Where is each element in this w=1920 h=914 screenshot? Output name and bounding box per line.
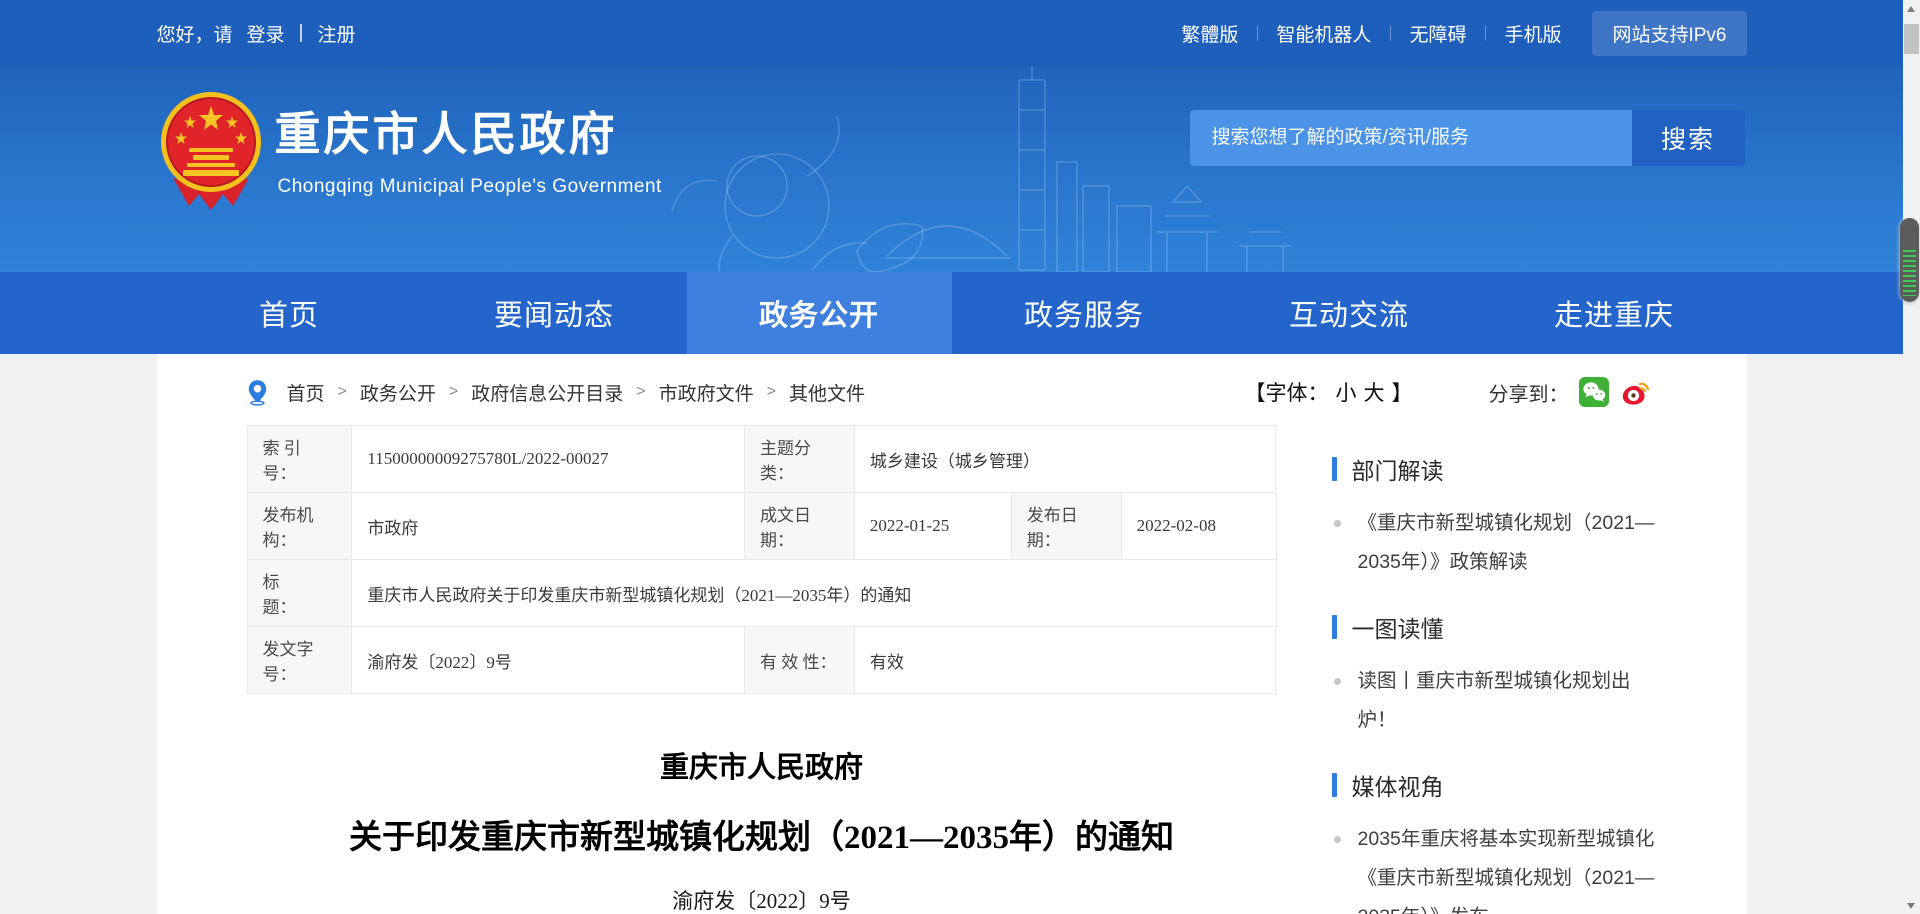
register-link[interactable]: 注册 [317,20,355,47]
meta-index-label: 索 引 号： [248,426,353,493]
section-title-text: 一图读懂 [1352,610,1444,644]
breadcrumb-row: 首页 > 政务公开 > 政府信息公开目录 > 市政府文件 > 其他文件 【字体：… [157,370,1747,414]
meta-doc-no-value: 渝府发〔2022〕9号 [352,627,745,694]
nav-item-news[interactable]: 要闻动态 [422,272,687,354]
sidebar-section-infographic: 一图读懂 读图丨重庆市新型城镇化规划出炉！ [1332,612,1747,740]
breadcrumb: 首页 > 政务公开 > 政府信息公开目录 > 市政府文件 > 其他文件 [247,370,865,414]
scroll-down-arrow-icon [1907,903,1915,909]
document-title-block: 重庆市人民政府 关于印发重庆市新型城镇化规划（2021—2035年）的通知 渝府… [247,750,1277,914]
site-header: 重庆市人民政府 Chongqing Municipal People's Gov… [0,66,1903,272]
crumb-city-documents[interactable]: 市政府文件 [659,379,754,406]
share-label: 分享到： [1489,378,1569,407]
crumb-separator: > [767,383,776,401]
meta-category-value: 城乡建设（城乡管理） [855,426,1277,493]
nav-item-about-chongqing[interactable]: 走进重庆 [1482,272,1747,354]
header-cityscape-art [157,66,1747,272]
font-ctrl-prefix: 【字体： [1245,377,1329,407]
document-title: 关于印发重庆市新型城镇化规划（2021—2035年）的通知 [247,816,1277,860]
search-input[interactable] [1190,110,1632,166]
meta-category-label: 主题分类： [745,426,855,493]
vertical-scrollbar[interactable] [1903,0,1920,914]
page-body: 首页 > 政务公开 > 政府信息公开目录 > 市政府文件 > 其他文件 【字体：… [0,354,1903,914]
crumb-info-catalog[interactable]: 政府信息公开目录 [471,379,623,406]
nav-item-gov-disclosure[interactable]: 政务公开 [687,272,952,354]
nav-item-home[interactable]: 首页 [157,272,422,354]
meta-doc-no-label: 发文字号： [248,627,353,694]
font-smaller-button[interactable]: 小 [1336,377,1357,407]
crumb-home[interactable]: 首页 [287,379,325,406]
login-link[interactable]: 登录 [247,20,285,47]
accessibility-link[interactable]: 无障碍 [1390,20,1485,47]
scroll-up-button[interactable] [1903,0,1920,17]
sidebar-section-title: 部门解读 [1332,454,1747,484]
mobile-version-link[interactable]: 手机版 [1485,20,1580,47]
login-area: 您好，请 登录 | 注册 [157,20,356,47]
document-metadata-table: 索 引 号： 11500000009275780L/2022-00027 主题分… [247,425,1277,694]
login-register-divider: | [299,22,304,44]
sidebar-link-media-article[interactable]: 2035年重庆将基本实现新型城镇化 《重庆市新型城镇化规划（2021—2035年… [1332,820,1662,914]
related-links-sidebar: 部门解读 《重庆市新型城镇化规划（2021—2035年）》政策解读 一图读懂 读… [1332,454,1747,914]
section-accent-bar [1332,457,1337,481]
sidebar-section-media-view: 媒体视角 2035年重庆将基本实现新型城镇化 《重庆市新型城镇化规划（2021—… [1332,770,1747,914]
section-title-text: 媒体视角 [1352,768,1444,802]
section-accent-bar [1332,773,1337,797]
sidebar-link-infographic[interactable]: 读图丨重庆市新型城镇化规划出炉！ [1332,662,1662,740]
scroll-progress-stripes-icon [1903,250,1916,296]
font-larger-button[interactable]: 大 [1364,377,1385,407]
scroll-progress-widget[interactable] [1900,218,1919,302]
meta-publish-date-label: 发布日期： [1012,493,1122,560]
nav-item-interaction[interactable]: 互动交流 [1217,272,1482,354]
crumb-separator: > [449,383,458,401]
meta-written-date-value: 2022-01-25 [855,493,1012,560]
weibo-icon[interactable] [1619,376,1651,408]
section-title-text: 部门解读 [1352,452,1444,486]
site-search: 搜索 [1190,110,1745,166]
greeting-text: 您好，请 [157,20,233,47]
sidebar-section-department-interpretation: 部门解读 《重庆市新型城镇化规划（2021—2035年）》政策解读 [1332,454,1747,582]
meta-validity-label: 有 效 性： [745,627,855,694]
sidebar-section-title: 媒体视角 [1332,770,1747,800]
main-navigation: 首页 要闻动态 政务公开 政务服务 互动交流 走进重庆 [0,272,1903,354]
location-pin-icon [247,378,268,406]
font-size-controls: 【字体： 小 大 】 [1245,370,1413,414]
meta-title-label: 标 题： [248,560,353,627]
document-number: 渝府发〔2022〕9号 [247,888,1277,914]
meta-validity-value: 有效 [855,627,1277,694]
wechat-icon[interactable] [1578,376,1610,408]
crumb-separator: > [636,383,645,401]
nav-item-gov-services[interactable]: 政务服务 [952,272,1217,354]
national-emblem-logo [159,90,263,212]
ipv6-support-badge[interactable]: 网站支持IPv6 [1592,11,1746,56]
meta-agency-label: 发布机构： [248,493,353,560]
font-ctrl-suffix: 】 [1392,377,1413,407]
crumb-other-documents[interactable]: 其他文件 [789,379,865,406]
top-utility-bar: 您好，请 登录 | 注册 繁體版 智能机器人 无障碍 手机版 网站支持IPv6 [0,0,1903,66]
crumb-separator: > [338,383,347,401]
utility-links: 繁體版 智能机器人 无障碍 手机版 网站支持IPv6 [1162,11,1746,56]
smart-robot-link[interactable]: 智能机器人 [1257,20,1390,47]
scrollbar-thumb[interactable] [1904,24,1919,54]
meta-title-value: 重庆市人民政府关于印发重庆市新型城镇化规划（2021—2035年）的通知 [352,560,1276,627]
scroll-up-arrow-icon [1907,6,1915,12]
section-accent-bar [1332,615,1337,639]
site-subtitle: Chongqing Municipal People's Government [278,176,662,198]
crumb-gov-disclosure[interactable]: 政务公开 [360,379,436,406]
meta-index-value: 11500000009275780L/2022-00027 [352,426,745,493]
traditional-chinese-link[interactable]: 繁體版 [1162,20,1257,47]
sidebar-section-title: 一图读懂 [1332,612,1747,642]
meta-written-date-label: 成文日期： [745,493,855,560]
search-button[interactable]: 搜索 [1632,110,1745,166]
share-bar: 分享到： [1489,370,1651,414]
site-title: 重庆市人民政府 [275,98,618,164]
sidebar-link-policy-interpretation[interactable]: 《重庆市新型城镇化规划（2021—2035年）》政策解读 [1332,504,1662,582]
meta-publish-date-value: 2022-02-08 [1122,493,1277,560]
meta-agency-value: 市政府 [352,493,745,560]
document-issuer: 重庆市人民政府 [247,750,1277,786]
scroll-down-button[interactable] [1903,897,1920,914]
